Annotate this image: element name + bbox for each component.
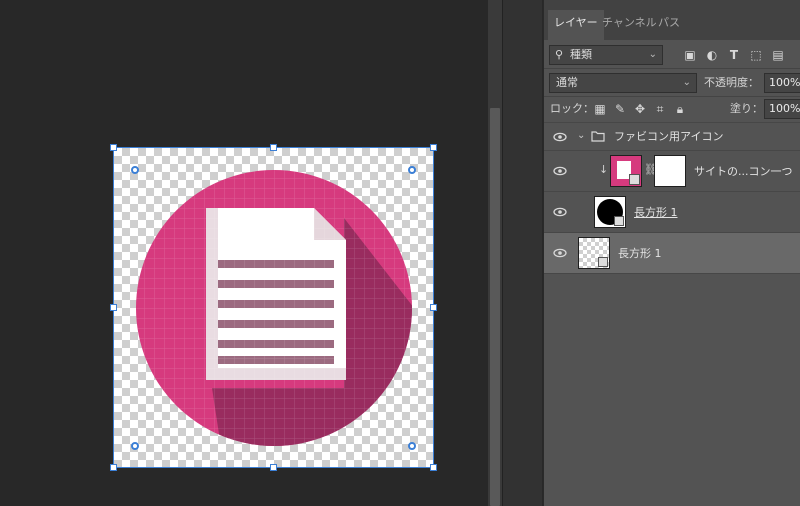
layer-filter-label: 種類: [570, 48, 592, 61]
document-canvas[interactable]: [114, 148, 433, 467]
layer-thumbnail[interactable]: [594, 196, 626, 228]
lock-image-pixels-icon[interactable]: ✎: [612, 101, 628, 117]
divider: [544, 273, 800, 274]
corner-radius-handle-bl[interactable]: [131, 442, 139, 450]
layers-panel: レイヤー チャンネル パス ⚲ 種類 ⌄ ▣ ◐ T ⬚ ▤ 通常 ⌄ 不透明度…: [543, 0, 800, 506]
eye-icon[interactable]: [553, 205, 567, 219]
panel-tabs: レイヤー チャンネル パス: [544, 0, 800, 40]
eye-icon[interactable]: [553, 164, 567, 178]
panel-dock-gap: [502, 0, 542, 506]
transform-handle-tl[interactable]: [110, 144, 117, 151]
layer-mask-thumbnail[interactable]: [654, 155, 686, 187]
smart-object-icon: [629, 174, 640, 185]
lock-label: ロック：: [550, 102, 594, 115]
chevron-down-icon: ⌄: [648, 49, 657, 60]
transform-handle-b[interactable]: [270, 464, 277, 471]
blend-mode-value: 通常: [556, 76, 578, 89]
adjustment-layer-filter-icon[interactable]: ◐: [704, 47, 720, 63]
layer-row-shape-selected[interactable]: 長方形 1: [544, 232, 800, 273]
layer-name: サイトの...コン一つ: [694, 165, 793, 178]
transform-handle-t[interactable]: [270, 144, 277, 151]
transform-handle-bl[interactable]: [110, 464, 117, 471]
chevron-down-icon[interactable]: ⌄: [577, 130, 585, 141]
layer-row-group[interactable]: ⌄ ファビコン用アイコン: [544, 122, 800, 150]
canvas-area[interactable]: [0, 0, 488, 506]
lock-artboard-icon[interactable]: ⌗: [652, 101, 668, 117]
favicon-document-icon: [136, 170, 412, 446]
pixel-layer-filter-icon[interactable]: ▣: [682, 47, 698, 63]
shape-layer-filter-icon[interactable]: ⬚: [748, 47, 764, 63]
chevron-down-icon: ⌄: [682, 77, 691, 88]
transform-handle-tr[interactable]: [430, 144, 437, 151]
layer-thumbnail[interactable]: [610, 155, 642, 187]
opacity-input[interactable]: 100%: [764, 73, 800, 93]
shape-layer-icon: [614, 216, 624, 226]
layer-name: ファビコン用アイコン: [614, 130, 724, 143]
canvas-scrollbar-thumb[interactable]: [490, 108, 500, 506]
eye-icon[interactable]: [553, 130, 567, 144]
corner-radius-handle-br[interactable]: [408, 442, 416, 450]
shape-layer-icon: [598, 257, 608, 267]
layer-name: 長方形 1: [618, 247, 662, 260]
layer-thumbnail[interactable]: [578, 237, 610, 269]
tab-paths[interactable]: パス: [652, 10, 686, 40]
transform-handle-l[interactable]: [110, 304, 117, 311]
eye-icon[interactable]: [553, 246, 567, 260]
corner-radius-handle-tr[interactable]: [408, 166, 416, 174]
lock-position-icon[interactable]: ✥: [632, 101, 648, 117]
fill-input[interactable]: 100%: [764, 99, 800, 119]
corner-radius-handle-tl[interactable]: [131, 166, 139, 174]
lock-all-icon[interactable]: 🔒︎: [672, 101, 688, 117]
lock-transparent-pixels-icon[interactable]: ▦: [592, 101, 608, 117]
blend-mode-select[interactable]: 通常 ⌄: [549, 73, 697, 93]
transform-handle-br[interactable]: [430, 464, 437, 471]
layer-row-shape[interactable]: 長方形 1: [544, 191, 800, 232]
fill-label: 塗り：: [730, 102, 763, 115]
folder-icon: [591, 131, 605, 142]
layer-filter-select[interactable]: ⚲ 種類 ⌄: [549, 45, 663, 65]
search-icon: ⚲: [555, 48, 564, 61]
layer-name: 長方形 1: [634, 206, 678, 219]
transform-handle-r[interactable]: [430, 304, 437, 311]
layer-row-smart-object[interactable]: ↓ ⛓︎ サイトの...コン一つ: [544, 150, 800, 191]
clipping-arrow-icon: ↓: [599, 163, 609, 176]
type-layer-filter-icon[interactable]: T: [726, 47, 742, 63]
opacity-label: 不透明度：: [704, 76, 759, 89]
divider: [544, 96, 800, 97]
smart-object-filter-icon[interactable]: ▤: [770, 47, 786, 63]
divider: [544, 68, 800, 69]
